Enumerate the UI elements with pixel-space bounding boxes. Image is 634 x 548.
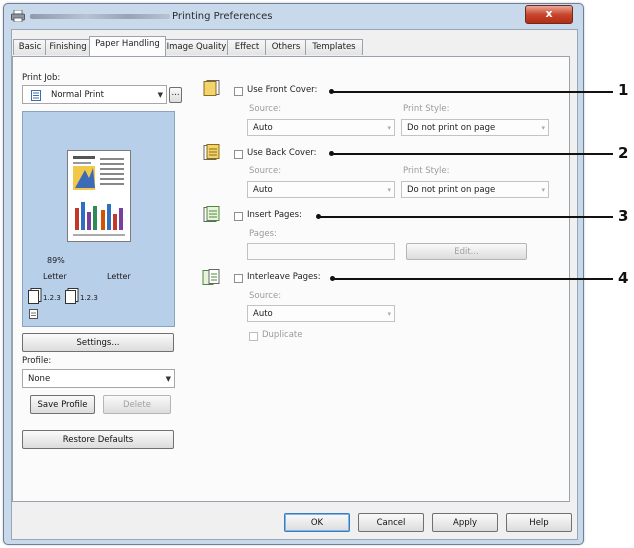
duplicate-checkbox[interactable] xyxy=(249,332,258,341)
tab-image-quality[interactable]: Image Quality xyxy=(164,39,229,55)
printer-icon xyxy=(11,10,25,22)
preview-paper-right: Letter xyxy=(107,272,131,281)
chevron-down-icon: ▾ xyxy=(387,310,391,318)
callout-line xyxy=(331,153,613,155)
front-print-style-select[interactable]: Do not print on page ▾ xyxy=(401,119,549,136)
chevron-down-icon: ▾ xyxy=(541,186,545,194)
chevron-down-icon: ▼ xyxy=(157,91,163,99)
interleave-pages-icon xyxy=(202,269,220,285)
tab-templates[interactable]: Templates xyxy=(305,39,363,55)
back-print-style-label: Print Style: xyxy=(403,166,450,176)
callout-number-1: 1 xyxy=(618,81,629,99)
chevron-down-icon: ▾ xyxy=(541,124,545,132)
interleave-pages-label: Interleave Pages: xyxy=(247,272,321,282)
interleave-source-value: Auto xyxy=(253,309,273,319)
chevron-down-icon: ▾ xyxy=(387,186,391,194)
close-button[interactable]: x xyxy=(525,5,573,24)
window-title: Printing Preferences xyxy=(172,11,273,22)
interleave-pages-checkbox[interactable] xyxy=(234,274,243,283)
apply-button[interactable]: Apply xyxy=(432,513,498,532)
tab-basic[interactable]: Basic xyxy=(13,39,47,55)
page-preview-thumbnail xyxy=(67,150,131,242)
use-back-cover-label: Use Back Cover: xyxy=(247,148,317,158)
edit-pages-button[interactable]: Edit... xyxy=(406,243,527,260)
print-job-label: Print Job: xyxy=(22,73,61,83)
delete-profile-button[interactable]: Delete xyxy=(103,395,171,414)
insert-pages-label: Insert Pages: xyxy=(247,210,302,220)
front-print-style-value: Do not print on page xyxy=(407,123,496,133)
back-source-select[interactable]: Auto ▾ xyxy=(247,181,395,198)
profile-label: Profile: xyxy=(22,356,52,366)
back-source-value: Auto xyxy=(253,185,273,195)
restore-defaults-button[interactable]: Restore Defaults xyxy=(22,430,174,449)
cancel-button[interactable]: Cancel xyxy=(358,513,424,532)
pages-label: Pages: xyxy=(249,229,277,239)
ok-button[interactable]: OK xyxy=(284,513,350,532)
front-source-value: Auto xyxy=(253,123,273,133)
use-back-cover-checkbox[interactable] xyxy=(234,150,243,159)
chevron-down-icon: ▾ xyxy=(387,124,391,132)
profile-select[interactable]: None ▼ xyxy=(22,369,175,388)
interleave-source-label: Source: xyxy=(249,291,282,301)
callout-line xyxy=(332,278,613,280)
interleave-source-select[interactable]: Auto ▾ xyxy=(247,305,395,322)
back-print-style-value: Do not print on page xyxy=(407,185,496,195)
use-front-cover-checkbox[interactable] xyxy=(234,87,243,96)
tab-effect[interactable]: Effect xyxy=(227,39,267,55)
paper-stack-icon xyxy=(28,288,42,304)
tray-label-2: 1.2.3 xyxy=(80,294,98,302)
front-source-label: Source: xyxy=(249,104,282,114)
profile-value: None xyxy=(28,374,51,384)
front-cover-icon xyxy=(203,80,220,96)
help-button[interactable]: Help xyxy=(506,513,572,532)
callout-number-3: 3 xyxy=(618,207,629,225)
tab-others[interactable]: Others xyxy=(265,39,307,55)
tab-paper-handling[interactable]: Paper Handling xyxy=(89,36,166,56)
tab-finishing[interactable]: Finishing xyxy=(45,39,91,55)
print-job-select[interactable]: Normal Print ▼ xyxy=(22,85,167,104)
insert-pages-checkbox[interactable] xyxy=(234,212,243,221)
back-print-style-select[interactable]: Do not print on page ▾ xyxy=(401,181,549,198)
print-job-more-button[interactable]: ... xyxy=(169,87,182,103)
title-bar: Printing Preferences x xyxy=(4,4,583,30)
chevron-down-icon: ▼ xyxy=(165,375,171,383)
insert-pages-icon xyxy=(203,206,220,222)
pages-input[interactable] xyxy=(247,243,395,260)
callout-number-2: 2 xyxy=(618,144,629,162)
front-source-select[interactable]: Auto ▾ xyxy=(247,119,395,136)
printer-name-redacted xyxy=(30,14,170,19)
settings-button[interactable]: Settings... xyxy=(22,333,174,352)
tray-label-1: 1.2.3 xyxy=(43,294,61,302)
callout-line xyxy=(318,216,613,218)
back-cover-icon xyxy=(203,144,220,160)
preview-zoom: 89% xyxy=(47,256,65,265)
callout-line xyxy=(331,91,613,93)
preview-paper-left: Letter xyxy=(43,272,67,281)
print-preview-pane: 89% Letter Letter 1.2.3 1.2.3 xyxy=(22,111,175,327)
back-source-label: Source: xyxy=(249,166,282,176)
small-page-icon xyxy=(29,309,38,319)
print-job-value: Normal Print xyxy=(51,90,105,100)
save-profile-button[interactable]: Save Profile xyxy=(30,395,95,414)
duplicate-label: Duplicate xyxy=(262,330,303,340)
callout-number-4: 4 xyxy=(618,269,629,287)
front-print-style-label: Print Style: xyxy=(403,104,450,114)
paper-stack-icon xyxy=(65,288,79,304)
use-front-cover-label: Use Front Cover: xyxy=(247,85,318,95)
document-icon xyxy=(31,90,41,101)
